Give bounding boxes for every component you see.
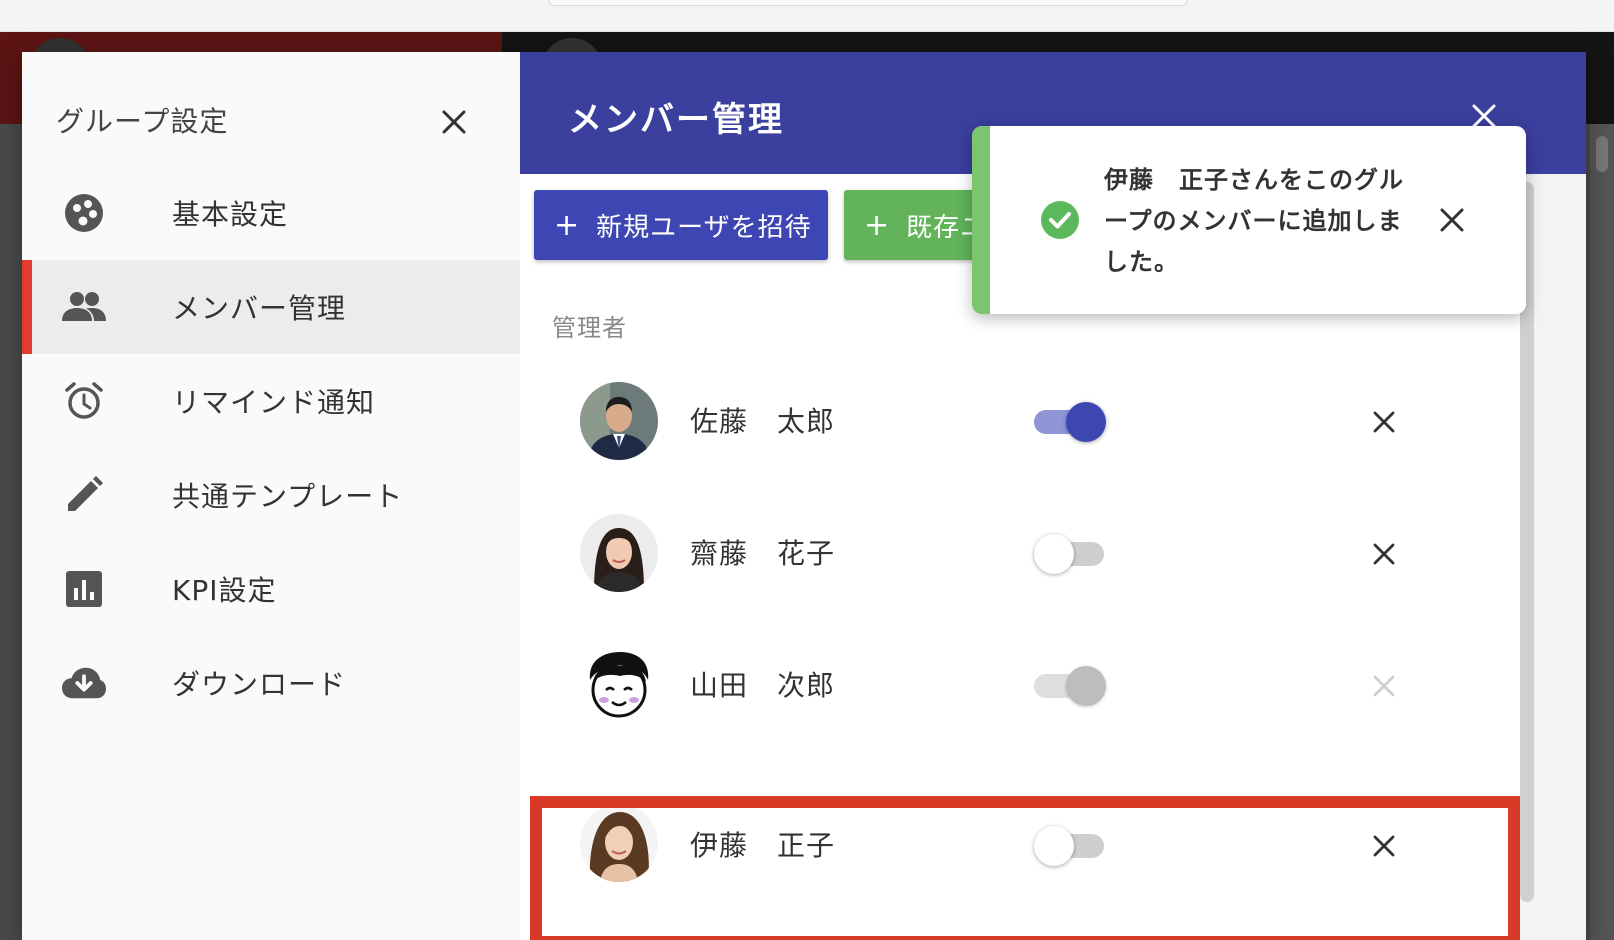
close-icon [1440,208,1464,232]
sidebar-item-basic-settings[interactable]: 基本設定 [22,166,534,260]
sidebar-item-label: 共通テンプレート [172,480,404,513]
close-icon [442,110,466,134]
sidebar-item-label: ダウンロード [172,668,347,701]
toast-close-button[interactable] [1432,200,1472,240]
palette-icon [62,193,106,233]
sidebar-item-label: メンバー管理 [172,292,347,325]
check-circle-icon [1040,200,1080,240]
browser-url-bar [548,0,1188,6]
remove-member-button[interactable] [1364,666,1404,706]
sidebar-close-button[interactable] [436,104,472,140]
close-icon [1373,675,1395,697]
sidebar-item-kpi-settings[interactable]: KPI設定 [22,542,534,636]
plus-icon: + [864,207,891,243]
invite-new-user-button[interactable]: + 新規ユーザを招待 [534,190,828,260]
member-row: 伊藤 正子 [534,804,1506,936]
avatar [580,382,658,460]
people-icon [62,287,106,327]
alarm-icon [62,381,106,421]
admin-toggle[interactable] [1034,534,1106,574]
member-row: 山田 次郎 [534,620,1506,752]
member-name: 佐藤 太郎 [690,405,836,438]
member-row: 齋藤 花子 [534,488,1506,620]
admin-column-label: 管理者 [552,314,627,342]
panel-title: メンバー管理 [568,100,784,140]
bar-chart-icon [62,569,106,609]
close-icon [1373,835,1395,857]
sidebar-item-label: 基本設定 [172,198,289,231]
backdrop-scrollbar[interactable] [1596,136,1608,172]
remove-member-button[interactable] [1364,402,1404,442]
sidebar-item-download[interactable]: ダウンロード [22,636,534,730]
success-toast: 伊藤 正子さんをこのグループのメンバーに追加しました。 [972,126,1526,314]
toast-message: 伊藤 正子さんをこのグループのメンバーに追加しました。 [1104,166,1404,276]
member-name: 齋藤 花子 [690,537,836,570]
sidebar-title: グループ設定 [56,105,229,138]
close-icon [1373,543,1395,565]
backdrop-scroll-area [1590,124,1614,940]
admin-toggle[interactable] [1034,666,1106,706]
sidebar-item-label: リマインド通知 [172,386,376,419]
member-row: 佐藤 太郎 [534,356,1506,488]
cloud-download-icon [62,663,106,703]
remove-member-button[interactable] [1364,534,1404,574]
pencil-icon [62,475,106,515]
sidebar-item-member-management[interactable]: メンバー管理 [22,260,534,354]
sidebar-item-reminder[interactable]: リマインド通知 [22,354,534,448]
settings-sidebar: グループ設定 基本設定 メンバー管理 リマインド通知 共通テンプレート KPI設… [22,52,534,940]
invite-button-label: 新規ユーザを招待 [596,212,812,243]
sidebar-item-label: KPI設定 [172,574,277,607]
avatar [580,514,658,592]
sidebar-item-common-template[interactable]: 共通テンプレート [22,448,534,542]
remove-member-button[interactable] [1364,826,1404,866]
admin-toggle[interactable] [1034,402,1106,442]
toast-accent-bar [972,126,990,314]
avatar [580,804,658,882]
member-name: 伊藤 正子 [690,829,836,862]
plus-icon: + [554,207,581,243]
close-icon [1373,411,1395,433]
avatar [580,646,658,724]
admin-toggle[interactable] [1034,826,1106,866]
member-name: 山田 次郎 [690,669,836,702]
